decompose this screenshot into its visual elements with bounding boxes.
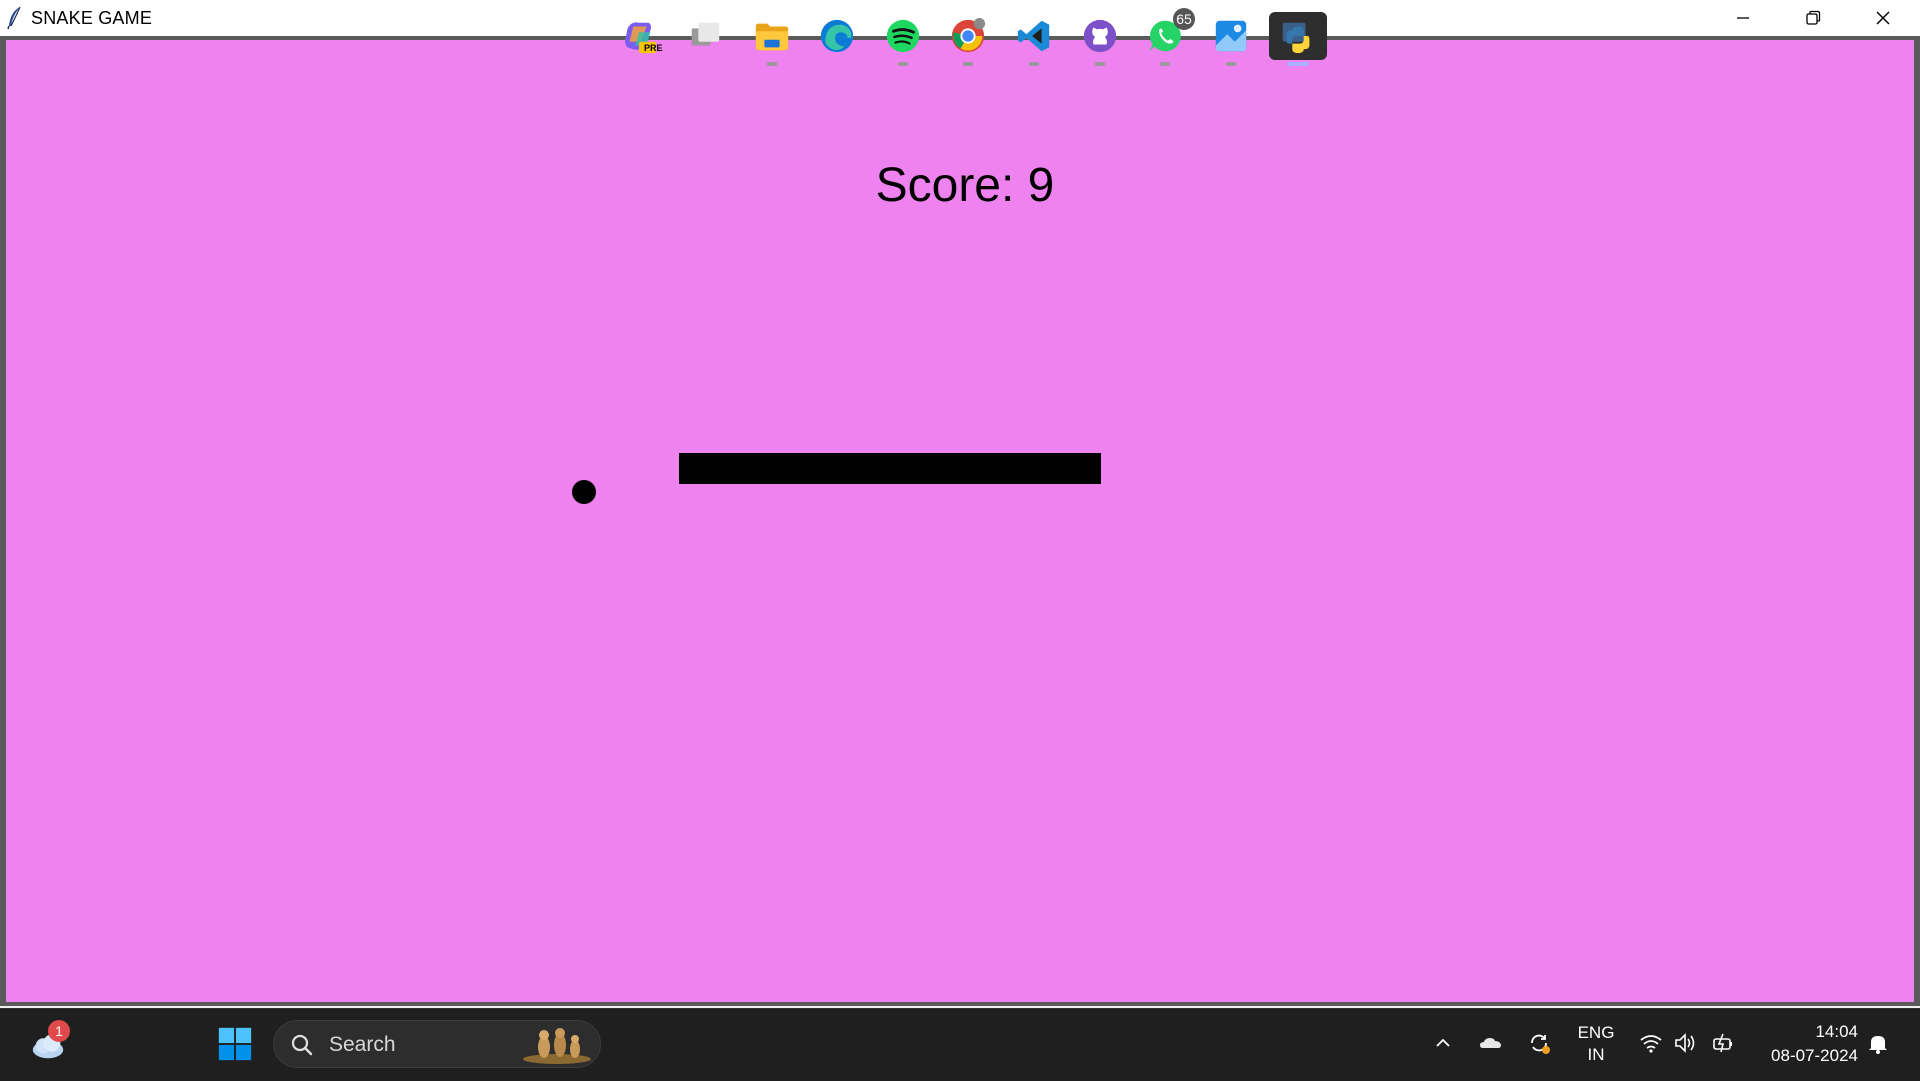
copilot-button[interactable]: PRE	[615, 12, 663, 60]
close-icon	[1876, 11, 1890, 25]
food-pellet	[572, 480, 596, 504]
sync-icon	[1531, 1034, 1550, 1054]
notification-badge: 1	[48, 1020, 70, 1042]
clock[interactable]: 14:04 08-07-2024	[1752, 1020, 1858, 1068]
task-view-icon	[691, 22, 720, 46]
search-placeholder: Search	[329, 1033, 396, 1056]
running-indicator	[767, 62, 777, 66]
game-canvas[interactable]: Score: 9	[6, 40, 1914, 1002]
speaker-icon	[1675, 1033, 1695, 1053]
github-icon	[1083, 19, 1117, 53]
edge-button[interactable]	[813, 12, 861, 60]
running-indicator	[963, 62, 973, 66]
copilot-pre-label: PRE	[644, 43, 663, 53]
running-indicator	[1226, 62, 1236, 66]
chrome-icon	[951, 17, 986, 53]
file-explorer-button[interactable]	[748, 12, 796, 66]
running-indicator	[898, 62, 908, 66]
unread-badge: 65	[1173, 8, 1195, 30]
volume-button[interactable]	[1673, 1030, 1699, 1056]
running-indicator	[1160, 62, 1170, 66]
github-desktop-button[interactable]	[1076, 12, 1124, 66]
start-button[interactable]	[211, 1020, 259, 1068]
clock-time: 14:04	[1815, 1022, 1858, 1041]
feather-icon	[6, 6, 24, 30]
meerkat-illustration-icon	[523, 1028, 591, 1064]
taskbar-search[interactable]: Search	[273, 1020, 601, 1068]
sync-status-button[interactable]	[1526, 1030, 1552, 1056]
folder-icon	[755, 23, 789, 51]
search-icon	[291, 1034, 313, 1056]
spotify-icon	[886, 19, 920, 53]
minimize-icon	[1737, 17, 1749, 19]
bell-icon	[1869, 1036, 1887, 1054]
task-view-button[interactable]	[681, 12, 729, 60]
windows-logo-icon	[218, 1027, 252, 1061]
python-icon	[1282, 22, 1310, 54]
onedrive-button[interactable]	[1478, 1030, 1504, 1056]
weather-widget[interactable]: 1	[24, 1020, 72, 1068]
network-button[interactable]	[1638, 1030, 1664, 1056]
score-display: Score: 9	[875, 159, 1055, 212]
running-indicator	[1029, 62, 1039, 66]
chevron-up-icon	[1436, 1038, 1450, 1047]
photos-icon	[1215, 20, 1247, 52]
battery-charging-icon	[1713, 1033, 1732, 1053]
whatsapp-button[interactable]: 65	[1141, 8, 1195, 66]
python-button[interactable]	[1269, 12, 1327, 66]
edge-icon	[820, 19, 854, 53]
spotify-button[interactable]	[879, 12, 927, 66]
restore-icon	[1806, 10, 1821, 25]
vscode-button[interactable]	[1010, 12, 1058, 66]
running-indicator	[1095, 62, 1105, 66]
restore-button[interactable]	[1778, 0, 1848, 36]
vscode-icon	[1017, 20, 1050, 52]
show-hidden-icons-button[interactable]	[1430, 1030, 1456, 1056]
active-indicator	[1287, 62, 1309, 66]
language-indicator[interactable]: ENG IN	[1570, 1022, 1622, 1066]
photos-button[interactable]	[1207, 12, 1255, 66]
close-button[interactable]	[1848, 0, 1918, 36]
onedrive-cloud-icon	[1480, 1038, 1501, 1048]
region-code: IN	[1587, 1045, 1605, 1064]
minimize-button[interactable]	[1708, 0, 1778, 36]
language-code: ENG	[1577, 1023, 1615, 1042]
snake-body	[679, 453, 1101, 484]
clock-date: 08-07-2024	[1771, 1046, 1858, 1065]
chrome-button[interactable]	[944, 12, 992, 66]
notification-center-button[interactable]	[1865, 1030, 1891, 1056]
window-title: SNAKE GAME	[31, 8, 153, 28]
wifi-icon	[1640, 1035, 1662, 1053]
battery-button[interactable]	[1711, 1030, 1737, 1056]
